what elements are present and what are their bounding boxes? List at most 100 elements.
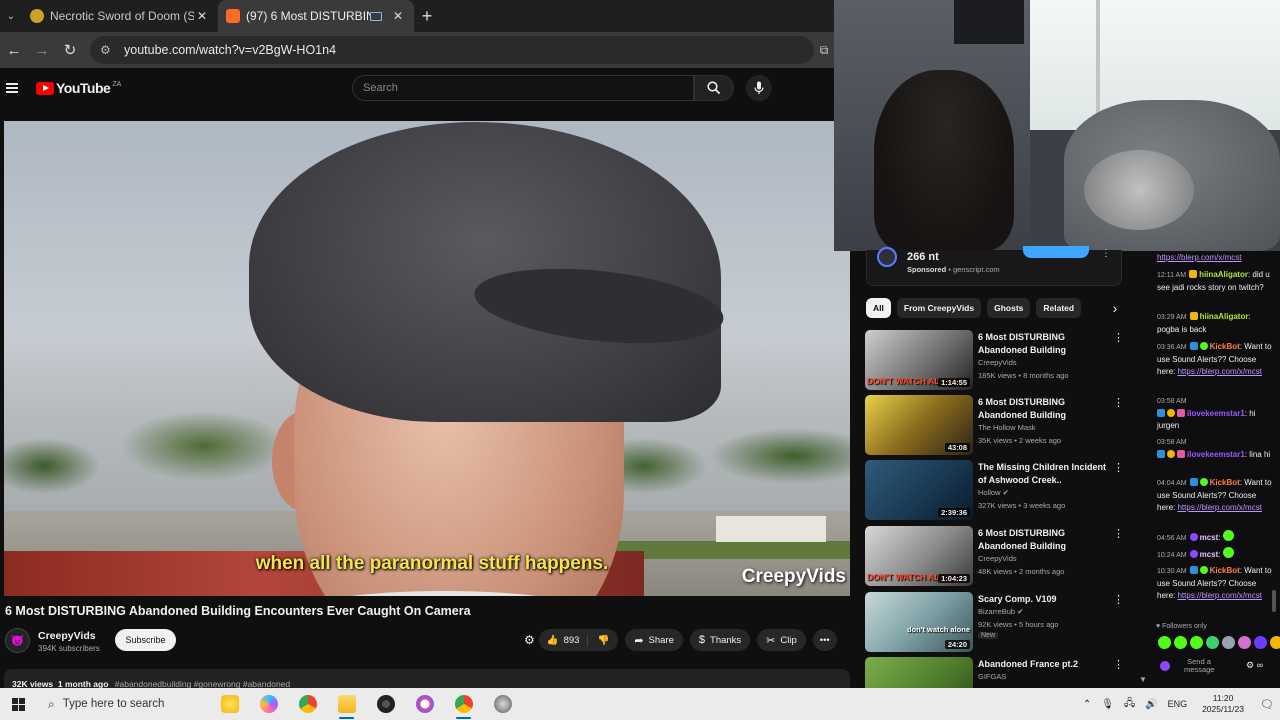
recommendation-menu-icon[interactable]: ⋮ [1113, 396, 1124, 409]
recommendation-item[interactable]: 2:39:36 The Missing Children Incident of… [865, 460, 1127, 522]
add-to-playlist-icon[interactable]: ⚙ [524, 633, 535, 647]
dislike-button[interactable]: 👎 [588, 635, 618, 646]
emote-icon[interactable] [1238, 636, 1251, 649]
voice-search-button[interactable] [746, 75, 772, 101]
recommendation-thumbnail[interactable] [865, 657, 973, 688]
sponsored-cta-button[interactable] [1023, 246, 1089, 258]
recommendation-menu-icon[interactable]: ⋮ [1113, 593, 1124, 606]
taskbar-app-misc[interactable] [483, 688, 522, 720]
emote-icon[interactable] [1174, 636, 1187, 649]
youtube-logo[interactable]: YouTube ZA [36, 80, 121, 96]
forward-arrow-icon[interactable]: → [28, 42, 56, 59]
emote-icon[interactable] [1270, 636, 1280, 649]
hamburger-menu-icon[interactable] [6, 81, 30, 95]
chip-ghosts[interactable]: Ghosts [987, 298, 1031, 318]
recommendation-menu-icon[interactable]: ⋮ [1113, 527, 1124, 540]
url-field[interactable]: ⚙ youtube.com/watch?v=v2BgW-HO1n4 [90, 36, 814, 64]
volume-icon[interactable]: 🔊 [1145, 699, 1157, 710]
tab-1-close-icon[interactable]: ✕ [194, 9, 210, 23]
chat-link[interactable]: https://blerp.com/x/mcst [1177, 591, 1261, 600]
youtube-country-code: ZA [112, 80, 122, 88]
chat-username[interactable]: ilovekeemstar1 [1187, 409, 1245, 418]
reload-icon[interactable]: ↻ [56, 41, 84, 59]
language-indicator[interactable]: ENG [1168, 699, 1188, 709]
taskbar-search[interactable]: ⌕ Type here to search [36, 688, 206, 720]
recommendation-item[interactable]: DON'T WATCH ALONE 1:14:55 6 Most DISTURB… [865, 330, 1127, 392]
subscribe-button[interactable]: Subscribe [115, 629, 176, 651]
taskbar-app-copilot[interactable] [249, 688, 288, 720]
chip-all[interactable]: All [866, 298, 891, 318]
followers-only-text: Followers only [1162, 623, 1207, 630]
chat-username[interactable]: hiinaAligator [1200, 312, 1249, 321]
chat-username[interactable]: ilovekeemstar1 [1187, 450, 1245, 459]
install-app-icon[interactable]: ⧉ [814, 43, 834, 58]
channel-name[interactable]: CreepyVids [38, 630, 96, 642]
recommendation-thumbnail[interactable]: 43:08 [865, 395, 973, 455]
recommendation-thumbnail[interactable]: 2:39:36 [865, 460, 973, 520]
recommendation-menu-icon[interactable]: ⋮ [1113, 331, 1124, 344]
new-tab-plus-icon[interactable]: + [414, 6, 440, 27]
browser-tab-2[interactable]: (97) 6 Most DISTURBING Ab ✕ [218, 0, 414, 32]
channel-avatar[interactable]: 😈 [5, 628, 30, 653]
chat-username[interactable]: KickBot [1210, 478, 1240, 487]
recommendation-thumbnail[interactable]: don't watch alone 24:20 [865, 592, 973, 652]
youtube-search-input[interactable]: Search [352, 75, 694, 101]
taskbar-app-chrome[interactable] [288, 688, 327, 720]
start-button[interactable] [0, 688, 36, 720]
chip-related[interactable]: Related [1036, 298, 1082, 318]
chat-username[interactable]: KickBot [1210, 342, 1240, 351]
taskbar-app-obs[interactable] [366, 688, 405, 720]
chat-send-input[interactable]: Send a message [1160, 655, 1240, 677]
emote-icon[interactable] [1254, 636, 1267, 649]
description-box[interactable]: 32K views 1 month ago #abandonedbuilding… [4, 669, 850, 689]
emote-picker-icon[interactable]: ∞ [1257, 660, 1263, 670]
notification-center-icon[interactable]: 🗨 [1254, 698, 1280, 711]
chat-link[interactable]: https://blerp.com/x/mcst [1177, 503, 1261, 512]
video-player[interactable]: when all the paranormal stuff happens. C… [4, 121, 850, 596]
recommendation-thumbnail[interactable]: DON'T WATCH ALONE 1:04:23 [865, 526, 973, 586]
more-actions-button[interactable]: ••• [812, 629, 837, 651]
taskbar-app-snipping[interactable] [405, 688, 444, 720]
chat-link[interactable]: https://blerp.com/x/mcst [1157, 253, 1241, 262]
tab-2-close-icon[interactable]: ✕ [390, 9, 406, 23]
clip-button[interactable]: ✂ Clip [757, 629, 806, 651]
taskbar-clock[interactable]: 11:20 2025/11/23 [1202, 693, 1244, 715]
recommendation-item[interactable]: DON'T WATCH ALONE 1:04:23 6 Most DISTURB… [865, 526, 1127, 588]
chat-scrollbar[interactable] [1272, 590, 1276, 612]
sponsored-card[interactable]: 266 nt Sponsored • genscript.com ⋮ [866, 246, 1122, 286]
emote-icon[interactable] [1222, 636, 1235, 649]
sponsored-menu-icon[interactable]: ⋮ [1101, 248, 1111, 259]
search-button[interactable] [694, 75, 734, 101]
emote-icon[interactable] [1158, 636, 1171, 649]
chat-username[interactable]: mcst [1200, 550, 1219, 559]
chevron-right-icon[interactable]: › [1104, 297, 1126, 319]
chat-username[interactable]: mcst [1200, 533, 1219, 542]
chat-username[interactable]: KickBot [1210, 566, 1240, 575]
back-arrow-icon[interactable]: ← [0, 42, 28, 59]
taskbar-app-chrome-active[interactable] [444, 688, 483, 720]
chat-username[interactable]: hiinaAligator [1199, 270, 1248, 279]
recommendation-menu-icon[interactable]: ⋮ [1113, 461, 1124, 474]
emote-icon[interactable] [1190, 636, 1203, 649]
tray-overflow-chevron-icon[interactable]: ⌃ [1083, 699, 1091, 710]
browser-tab-1[interactable]: Necrotic Sword of Doom (Swor ✕ [22, 0, 218, 32]
taskbar-app-widgets[interactable] [210, 688, 249, 720]
network-icon[interactable]: 🖧 [1124, 696, 1135, 713]
like-button[interactable]: 👍 893 [539, 634, 589, 646]
tab-search-chevron-icon[interactable]: ⌄ [0, 0, 22, 32]
site-settings-icon[interactable]: ⚙ [100, 43, 114, 57]
microphone-tray-icon[interactable]: 🎙 [1101, 699, 1114, 710]
recommendation-thumbnail[interactable]: DON'T WATCH ALONE 1:14:55 [865, 330, 973, 390]
chat-settings-icon[interactable]: ⚙ [1246, 660, 1254, 670]
scroll-down-arrow-icon[interactable]: ▼ [1139, 675, 1147, 684]
recommendation-item[interactable]: 43:08 6 Most DISTURBING Abandoned Buildi… [865, 395, 1127, 457]
share-button[interactable]: ➦ Share [625, 629, 683, 651]
recommendation-item[interactable]: Abandoned France pt.2 GIFGAS ⋮ [865, 657, 1127, 688]
recommendation-item[interactable]: don't watch alone 24:20 Scary Comp. V109… [865, 592, 1127, 654]
chip-from-creepyvids[interactable]: From CreepyVids [896, 298, 982, 318]
taskbar-app-file-explorer[interactable] [327, 688, 366, 720]
thanks-button[interactable]: $ Thanks [689, 629, 751, 651]
chat-link[interactable]: https://blerp.com/x/mcst [1177, 367, 1261, 376]
emote-icon[interactable] [1206, 636, 1219, 649]
recommendation-menu-icon[interactable]: ⋮ [1113, 658, 1124, 671]
